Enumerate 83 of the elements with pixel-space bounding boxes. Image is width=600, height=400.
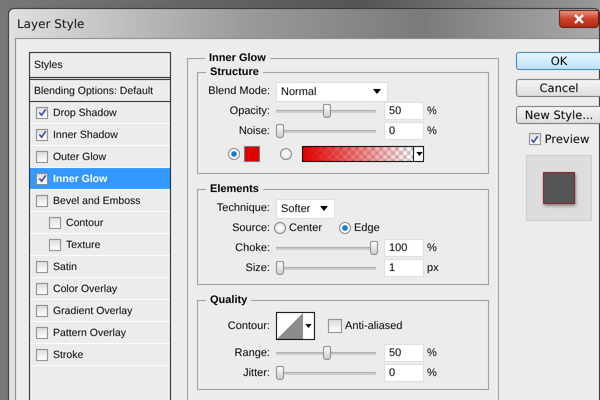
style-item[interactable]: Satin [30,256,170,278]
field-label: Opacity: [228,105,270,117]
caret-icon [416,152,423,156]
checkbox-label: Preview [544,132,590,146]
style-item[interactable]: Contour [30,212,170,234]
checkbox[interactable] [528,133,541,145]
unit-label: % [427,242,437,254]
option-label: Center [289,222,322,234]
dialog-button[interactable]: Cancel [516,79,600,97]
caret-icon [373,89,381,94]
contour-curve-icon [277,313,303,339]
input-field[interactable]: 100 [384,239,424,257]
checkbox[interactable] [36,106,48,118]
style-item[interactable]: Drop Shadow [30,102,170,124]
field-label: Jitter: [242,367,270,379]
unit-label: px [427,262,439,274]
contour-picker[interactable] [276,312,315,340]
preview-square [543,172,575,204]
slider-thumb[interactable] [276,366,284,380]
checkbox[interactable] [36,150,48,162]
close-button[interactable] [559,10,599,28]
checkbox[interactable] [36,172,48,184]
checkbox[interactable] [36,304,48,316]
field-label: Range: [234,347,270,359]
field-label: Contour: [226,320,270,332]
checkbox[interactable] [328,319,342,333]
gradient-picker[interactable] [302,146,424,162]
unit-label: % [427,105,437,117]
field-label: Noise: [238,125,270,137]
style-item[interactable]: Stroke [30,344,170,366]
checkbox[interactable] [49,238,61,250]
input-field[interactable]: 1 [384,259,424,277]
checkbox[interactable] [36,194,48,206]
unit-label: % [427,125,437,137]
style-item[interactable]: Blending Options: Default [30,80,170,102]
checkbox[interactable] [49,216,61,228]
style-item[interactable]: Gradient Overlay [30,300,170,322]
style-item[interactable]: Color Overlay [30,278,170,300]
field-label: Technique: [216,202,270,214]
dialog-button[interactable]: New Style... [516,106,600,124]
radio-button[interactable] [339,222,352,234]
slider-thumb[interactable] [276,261,284,275]
style-item[interactable]: Pattern Overlay [30,322,170,344]
window-title: Layer Style [17,16,84,30]
list-header: Styles [30,53,170,80]
slider-thumb[interactable] [276,124,284,138]
dialog-button[interactable]: OK [516,52,600,70]
slider-thumb[interactable] [323,104,331,118]
technique-dropdown[interactable]: Softer [276,198,336,218]
radio-button[interactable] [280,148,292,160]
input-field[interactable]: 50 [384,102,424,120]
section-title: Inner Glow [208,52,267,64]
slider-thumb[interactable] [323,346,331,360]
caret-icon [320,206,328,211]
checkbox[interactable] [36,282,48,294]
checkbox[interactable] [36,326,48,338]
radio-button[interactable] [274,222,286,234]
option-label: Edge [354,222,380,234]
group-title: Elements [209,183,260,195]
input-field[interactable]: 0 [384,364,424,382]
field-label: Blend Mode: [207,85,270,97]
slider-thumb[interactable] [370,241,378,255]
group-title: Structure [209,66,260,78]
checkbox[interactable] [36,128,48,140]
field-label: Size: [244,262,270,274]
unit-label: % [427,347,437,359]
caret-icon [305,324,312,328]
checkbox-label: Anti-aliased [345,320,402,332]
group-title: Quality [209,294,248,306]
blend-mode-dropdown[interactable]: Normal [276,82,388,102]
close-icon [573,14,585,24]
field-label: Choke: [234,242,270,254]
input-field[interactable]: 50 [384,344,424,362]
color-swatch[interactable] [244,146,260,162]
unit-label: % [427,367,437,379]
style-item[interactable]: Bevel and Emboss [30,190,170,212]
style-item[interactable]: Texture [30,234,170,256]
field-label: Source: [231,222,270,234]
style-item[interactable]: Inner Shadow [30,124,170,146]
checkbox[interactable] [36,260,48,272]
checkbox[interactable] [36,348,48,360]
radio-button[interactable] [228,148,240,160]
input-field[interactable]: 0 [384,122,424,140]
